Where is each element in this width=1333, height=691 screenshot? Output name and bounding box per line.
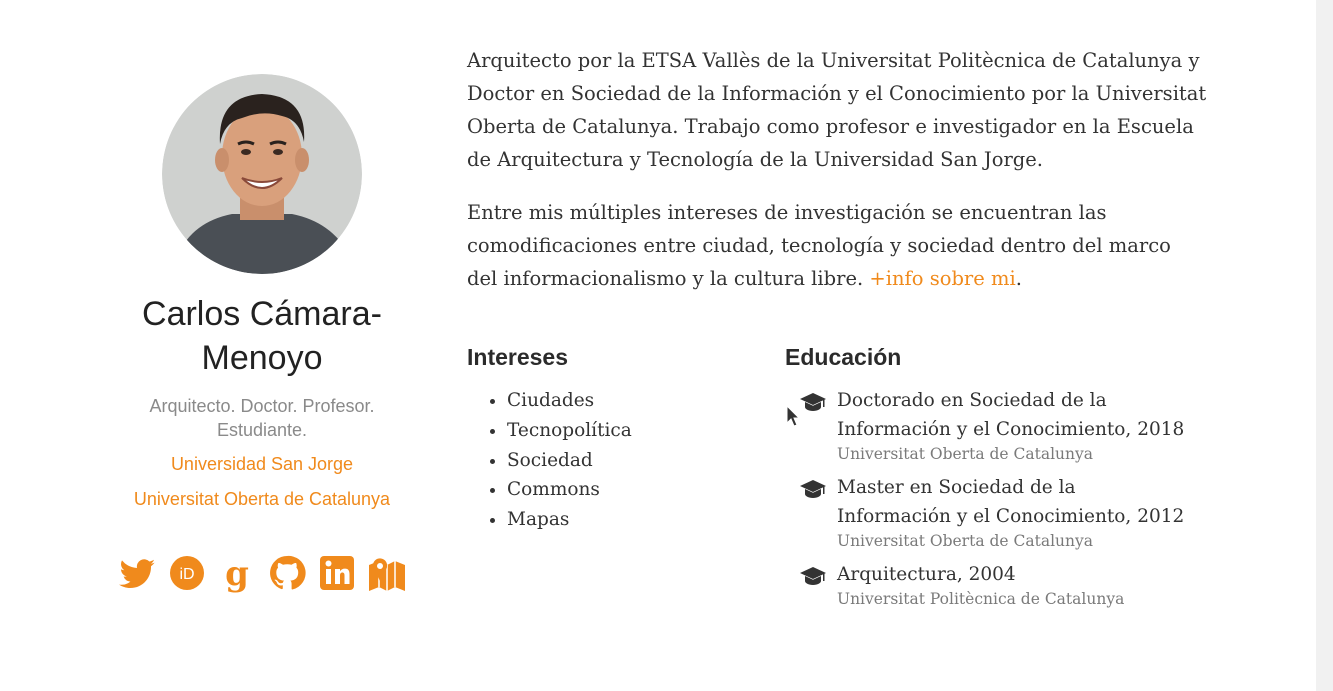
list-item: Ciudades: [507, 386, 757, 416]
profile-card: Carlos Cámara-Menoyo Arquitecto. Doctor.…: [105, 74, 419, 593]
bio-paragraph-2: Entre mis múltiples intereses de investi…: [467, 196, 1207, 295]
list-item: Mapas: [507, 505, 757, 535]
education-institution: Universitat Politècnica de Catalunya: [837, 590, 1125, 608]
profile-name: Carlos Cámara-Menoyo: [142, 295, 382, 377]
list-item: Sociedad: [507, 446, 757, 476]
google-scholar-icon[interactable]: g: [217, 553, 257, 593]
mouse-cursor-icon: [786, 405, 800, 427]
interests-list: Ciudades Tecnopolítica Sociedad Commons …: [467, 386, 757, 535]
scrollbar-track[interactable]: [1316, 0, 1333, 691]
interests-section: Intereses Ciudades Tecnopolítica Socieda…: [467, 344, 757, 535]
map-icon[interactable]: [367, 553, 407, 593]
bio-trailing-period: .: [1015, 267, 1022, 290]
education-section: Educación Doctorado en Sociedad de la In…: [785, 344, 1195, 618]
list-item: Arquitectura, 2004 Universitat Politècni…: [785, 560, 1195, 609]
graduation-cap-icon: [800, 567, 826, 585]
list-item: Commons: [507, 475, 757, 505]
education-degree: Arquitectura, 2004: [837, 564, 1016, 585]
education-title: Educación: [785, 344, 902, 370]
github-icon[interactable]: [267, 553, 307, 593]
education-degree: Master en Sociedad de la Información y e…: [837, 477, 1185, 527]
education-institution: Universitat Oberta de Catalunya: [837, 445, 1093, 463]
education-degree: Doctorado en Sociedad de la Información …: [837, 390, 1185, 440]
more-info-link[interactable]: +info sobre mi: [869, 267, 1015, 290]
profile-tagline: Arquitecto. Doctor. Profesor. Estudiante…: [149, 396, 375, 440]
org-link-usj[interactable]: Universidad San Jorge: [105, 452, 419, 476]
education-institution: Universitat Oberta de Catalunya: [837, 532, 1093, 550]
bio-section: Arquitecto por la ETSA Vallès de la Univ…: [467, 44, 1207, 315]
social-links: iD g: [105, 553, 419, 593]
list-item: Master en Sociedad de la Información y e…: [785, 473, 1195, 551]
org-link-uoc[interactable]: Universitat Oberta de Catalunya: [105, 487, 419, 511]
interests-title: Intereses: [467, 344, 569, 370]
education-list: Doctorado en Sociedad de la Información …: [785, 386, 1195, 609]
svg-text:iD: iD: [179, 566, 194, 583]
bio-paragraph-1: Arquitecto por la ETSA Vallès de la Univ…: [467, 49, 1207, 171]
graduation-cap-icon: [800, 393, 826, 411]
orcid-icon[interactable]: iD: [167, 553, 207, 593]
list-item: Tecnopolítica: [507, 416, 757, 446]
graduation-cap-icon: [800, 480, 826, 498]
avatar: [162, 74, 362, 274]
list-item: Doctorado en Sociedad de la Información …: [785, 386, 1195, 464]
bio-paragraph-2-text: Entre mis múltiples intereses de investi…: [467, 201, 1171, 290]
linkedin-icon[interactable]: [317, 553, 357, 593]
svg-text:g: g: [225, 554, 249, 593]
twitter-icon[interactable]: [117, 553, 157, 593]
